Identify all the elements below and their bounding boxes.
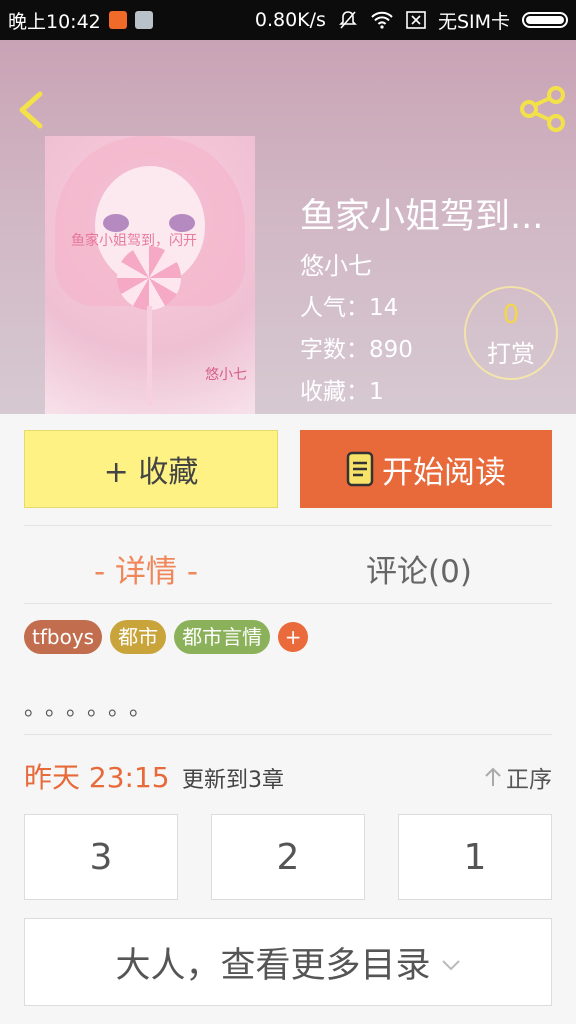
book-title: 鱼家小姐驾到... bbox=[300, 197, 544, 237]
book-header: 鱼家小姐驾到，闪开 悠小七 鱼家小姐驾到... 悠小七 人气：14 字数：890… bbox=[0, 40, 576, 414]
chevron-down-icon bbox=[441, 960, 460, 971]
add-tag-button[interactable]: + bbox=[278, 622, 309, 652]
chapter-button[interactable]: 3 bbox=[24, 814, 178, 900]
back-icon[interactable] bbox=[14, 90, 48, 130]
start-reading-label: 开始阅读 bbox=[382, 454, 506, 491]
network-speed: 0.80K/s bbox=[254, 9, 326, 31]
cover-signature-text: 悠小七 bbox=[205, 367, 247, 383]
book-cover[interactable]: 鱼家小姐驾到，闪开 悠小七 bbox=[45, 136, 255, 414]
book-description: 。。。。。。 bbox=[24, 696, 162, 721]
cover-title-text: 鱼家小姐驾到，闪开 bbox=[71, 233, 197, 249]
tag-tfboys[interactable]: tfboys bbox=[24, 620, 103, 654]
divider bbox=[24, 525, 552, 526]
book-icon bbox=[346, 451, 374, 487]
share-icon[interactable] bbox=[520, 86, 566, 132]
divider bbox=[24, 603, 552, 604]
view-more-label: 大人，查看更多目录 bbox=[115, 945, 431, 986]
update-time: 昨天 23:15 bbox=[24, 761, 170, 794]
tag-urban-romance[interactable]: 都市言情 bbox=[174, 620, 271, 654]
tag-list: tfboys 都市 都市言情 + bbox=[24, 620, 309, 654]
tip-button[interactable]: 0 打赏 bbox=[464, 286, 558, 380]
tip-count: 0 bbox=[502, 300, 520, 330]
arrow-up-icon bbox=[485, 767, 501, 786]
tab-detail[interactable]: - 详情 - bbox=[94, 546, 198, 591]
wifi-icon bbox=[371, 11, 393, 29]
app-notification-icon bbox=[108, 11, 127, 29]
start-reading-button[interactable]: 开始阅读 bbox=[300, 430, 552, 508]
no-sim-icon bbox=[406, 11, 426, 29]
favorite-button-label: + 收藏 bbox=[103, 455, 199, 490]
sort-order-button[interactable]: 正序 bbox=[484, 760, 552, 794]
battery-icon bbox=[522, 12, 568, 28]
book-author[interactable]: 悠小七 bbox=[300, 246, 372, 281]
stat-favorites: 收藏：1 bbox=[300, 379, 384, 405]
tab-comments[interactable]: 评论(0) bbox=[366, 546, 472, 591]
status-bar: 晚上10:42 0.80K/s 无SIM卡 bbox=[0, 0, 576, 40]
cover-lollipop bbox=[117, 246, 181, 310]
mute-icon bbox=[339, 11, 357, 29]
chapter-button[interactable]: 1 bbox=[398, 814, 552, 900]
favorite-button[interactable]: + 收藏 bbox=[24, 430, 278, 508]
status-time: 晚上10:42 bbox=[8, 10, 101, 33]
view-more-chapters-button[interactable]: 大人，查看更多目录 bbox=[24, 918, 552, 1006]
sort-order-label: 正序 bbox=[506, 767, 552, 793]
tag-city[interactable]: 都市 bbox=[110, 620, 167, 654]
divider bbox=[24, 734, 552, 735]
tip-label: 打赏 bbox=[487, 340, 535, 368]
stat-popularity: 人气：14 bbox=[300, 295, 399, 321]
cover-lollipop-stick bbox=[147, 306, 152, 406]
sim-status: 无SIM卡 bbox=[437, 10, 510, 33]
message-notification-icon bbox=[134, 11, 153, 29]
stat-word-count: 字数：890 bbox=[300, 337, 413, 363]
update-text: 更新到3章 bbox=[182, 768, 284, 793]
chapter-button[interactable]: 2 bbox=[211, 814, 365, 900]
